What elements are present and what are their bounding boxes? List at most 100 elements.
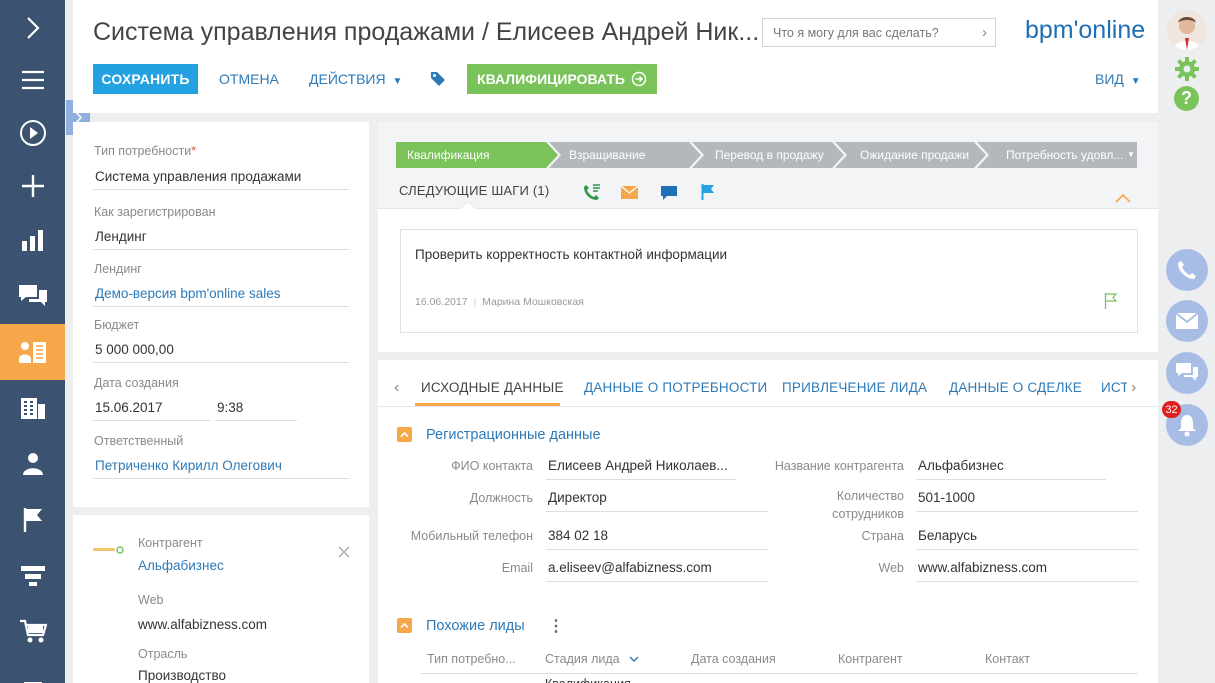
stage-qualification[interactable]: Квалификация [407,143,489,167]
registered-field[interactable]: Лендинг [95,229,147,244]
logo: bpm'online [1025,16,1146,44]
save-button[interactable]: СОХРАНИТЬ [93,64,198,94]
employees-field[interactable]: 501-1000 [918,490,975,505]
cart-icon[interactable] [0,604,65,660]
mobile-field[interactable]: 384 02 18 [548,528,608,543]
account-link[interactable]: Альфабизнес [138,558,224,573]
actions-menu-button[interactable]: ДЕЙСТВИЯ ▼ [309,71,402,87]
divider [546,581,768,582]
help-icon[interactable]: ? [1174,86,1199,111]
tag-icon[interactable] [430,71,446,92]
email-button[interactable] [1166,300,1208,342]
envelope-icon [1175,312,1199,329]
tab-need-data[interactable]: ДАННЫЕ О ПОТРЕБНОСТИ [584,380,767,395]
mobile-label: Мобильный телефон [410,529,533,543]
gear-icon[interactable] [1174,56,1200,87]
divider [916,479,1106,480]
leads-icon[interactable] [0,324,65,380]
registration-section-title[interactable]: Регистрационные данные [426,427,601,443]
landing-link[interactable]: Демо-версия bpm'online sales [95,286,280,301]
next-steps-title[interactable]: СЛЕДУЮЩИЕ ШАГИ (1) [399,183,549,198]
chevron-right-icon: › [982,24,987,41]
call-task-icon[interactable] [583,184,601,206]
stage-waiting[interactable]: Ожидание продажи [860,143,969,167]
flag-task-icon[interactable] [701,184,715,205]
created-time-field[interactable]: 9:38 [217,400,243,415]
qualify-label: КВАЛИФИЦИРОВАТЬ [477,71,625,87]
flag-icon[interactable] [1104,293,1118,314]
collapse-up-icon[interactable] [1115,190,1131,208]
close-icon[interactable] [338,545,350,563]
position-field[interactable]: Директор [548,490,607,505]
contacts-icon[interactable] [0,436,65,492]
divider [546,549,768,550]
table-row-cell[interactable]: Квалификация [545,677,631,683]
contact-name-field[interactable]: Елисеев Андрей Николаев... [548,458,732,473]
budget-label: Бюджет [94,318,140,332]
tab-deal-data[interactable]: ДАННЫЕ О СДЕЛКЕ [949,380,1082,395]
stage-transfer[interactable]: Перевод в продажу [715,143,824,167]
menu-icon[interactable] [0,52,65,108]
email-label: Email [501,561,533,575]
divider [215,420,297,421]
tabs-next-icon[interactable]: › [1131,379,1136,397]
tab-initial-data[interactable]: ИСХОДНЫЕ ДАННЫЕ [421,380,564,395]
email-field[interactable]: a.eliseev@alfabizness.com [548,560,712,575]
bar-chart-icon[interactable] [0,212,65,268]
tab-history-wrap: ИСТО [1101,380,1127,395]
registered-label: Как зарегистрирован [94,205,216,219]
chat-icon[interactable] [0,268,65,324]
account-name-field[interactable]: Альфабизнес [918,458,1004,473]
play-icon[interactable] [0,105,65,161]
more-options-icon[interactable]: ⋮ [548,616,564,636]
tab-lead-acquisition[interactable]: ПРИВЛЕЧЕНИЕ ЛИДА [782,380,927,395]
chat-button[interactable] [1166,352,1208,394]
phone-button[interactable] [1166,249,1208,291]
country-field[interactable]: Беларусь [918,528,977,543]
caret-down-icon: ▼ [1130,76,1141,87]
column-need-type[interactable]: Тип потребно... [427,652,516,666]
expand-nav-icon[interactable] [0,0,65,56]
funnel-icon[interactable] [0,548,65,604]
similar-leads-title[interactable]: Похожие лиды [426,618,525,634]
caret-down-icon[interactable]: ▼ [1127,150,1135,159]
position-label: Должность [469,491,533,505]
country-label: Страна [861,529,904,543]
column-contact[interactable]: Контакт [985,652,1030,666]
need-type-field[interactable]: Система управления продажами [95,169,301,184]
budget-field[interactable]: 5 000 000,00 [95,342,174,357]
owner-link[interactable]: Петриченко Кирилл Олегович [95,458,282,473]
doc-icon[interactable] [0,660,65,683]
contact-name-label: ФИО контакта [451,459,533,473]
column-created[interactable]: Дата создания [691,652,776,666]
divider [916,549,1138,550]
created-date-field[interactable]: 15.06.2017 [95,400,163,415]
command-search-input[interactable]: Что я могу для вас сделать? › [762,18,996,47]
collapse-similar-icon[interactable] [397,618,412,633]
task-item[interactable]: Проверить корректность контактной информ… [400,229,1138,333]
plus-icon[interactable] [0,158,65,214]
stage-need-met[interactable]: Потребность удовл... [1006,143,1123,167]
notifications-badge: 32 [1162,401,1181,418]
stage-nurturing[interactable]: Взращивание [569,143,645,167]
email-task-icon[interactable] [620,185,639,204]
cancel-button[interactable]: ОТМЕНА [219,71,279,87]
phone-icon [1178,261,1196,279]
column-lead-stage[interactable]: Стадия лида [545,652,639,666]
view-menu-button[interactable]: ВИД ▼ [1095,71,1141,87]
industry-value: Производство [138,668,227,683]
tabs-prev-icon[interactable]: ‹ [394,379,399,397]
qualify-button[interactable]: КВАЛИФИЦИРОВАТЬ [467,64,657,94]
flag-icon[interactable] [0,492,65,548]
chat-task-icon[interactable] [661,186,677,206]
tab-history[interactable]: ИСТО [1101,380,1127,395]
web-value: www.alfabizness.com [138,617,268,632]
avatar[interactable] [1167,10,1207,50]
landing-label: Лендинг [94,262,142,276]
collapse-section-icon[interactable] [397,427,412,442]
accounts-icon[interactable] [0,380,65,436]
task-title[interactable]: Проверить корректность контактной информ… [415,247,727,262]
web-field[interactable]: www.alfabizness.com [918,560,1047,575]
column-account[interactable]: Контрагент [838,652,903,666]
search-placeholder: Что я могу для вас сделать? [773,26,939,40]
